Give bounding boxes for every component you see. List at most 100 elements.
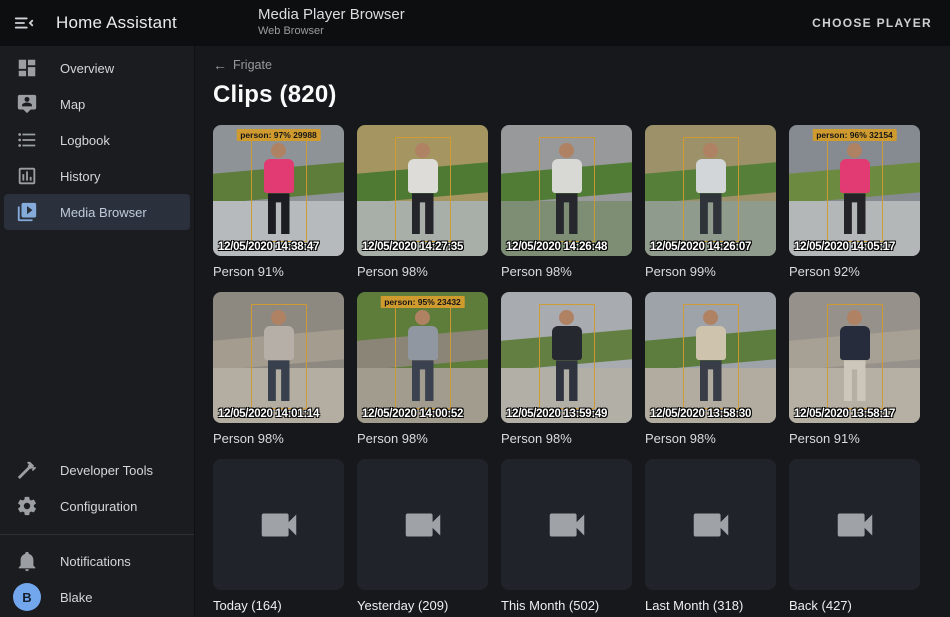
sidebar-item-label: Overview: [60, 61, 114, 76]
clip-thumbnail: person: 95% 23432 12/05/2020 14:00:52: [357, 292, 488, 423]
sidebar-item-media-browser[interactable]: Media Browser: [4, 194, 190, 230]
folder-thumbnail: [501, 459, 632, 590]
timestamp-overlay: 12/05/2020 14:00:52: [362, 408, 486, 420]
media-folder-last-month[interactable]: Last Month (318): [645, 459, 776, 614]
camera-snapshot: person: 96% 32154 12/05/2020 14:05:17: [789, 125, 920, 256]
sidebar-item-map[interactable]: Map: [4, 86, 190, 122]
folder-label: Back (427): [789, 597, 920, 614]
sidebar-item-label: Blake: [60, 590, 93, 605]
detection-bbox: [251, 304, 307, 409]
detection-label: person: 95% 23432: [380, 296, 465, 308]
clip-caption: Person 98%: [213, 430, 344, 447]
clip-card[interactable]: 12/05/2020 14:26:07 Person 99%: [645, 125, 776, 280]
clip-card[interactable]: 12/05/2020 13:58:30 Person 98%: [645, 292, 776, 447]
sidebar-item-profile[interactable]: B Blake: [4, 579, 190, 615]
sidebar-item-label: Configuration: [60, 499, 137, 514]
clip-card[interactable]: 12/05/2020 14:01:14 Person 98%: [213, 292, 344, 447]
clip-card[interactable]: 12/05/2020 13:58:17 Person 91%: [789, 292, 920, 447]
clip-caption: Person 98%: [501, 430, 632, 447]
camera-snapshot: person: 97% 29988 12/05/2020 14:38:47: [213, 125, 344, 256]
clip-caption: Person 98%: [645, 430, 776, 447]
sidebar-toggle-button[interactable]: [0, 0, 48, 46]
app-header: Home Assistant Media Player Browser Web …: [0, 0, 950, 46]
clip-card[interactable]: person: 95% 23432 12/05/2020 14:00:52 Pe…: [357, 292, 488, 447]
chart-box-icon: [16, 165, 38, 187]
camera-snapshot: 12/05/2020 13:59:49: [501, 292, 632, 423]
clip-caption: Person 98%: [357, 430, 488, 447]
folder-label: Last Month (318): [645, 597, 776, 614]
sidebar-item-logbook[interactable]: Logbook: [4, 122, 190, 158]
clip-caption: Person 91%: [213, 263, 344, 280]
media-folder-this-month[interactable]: This Month (502): [501, 459, 632, 614]
menu-open-icon: [13, 12, 35, 34]
clip-thumbnail: person: 97% 29988 12/05/2020 14:38:47: [213, 125, 344, 256]
sidebar-item-label: Developer Tools: [60, 463, 153, 478]
clip-thumbnail: 12/05/2020 13:59:49: [501, 292, 632, 423]
sidebar-item-label: Media Browser: [60, 205, 147, 220]
user-avatar: B: [13, 583, 41, 611]
camera-snapshot: person: 95% 23432 12/05/2020 14:00:52: [357, 292, 488, 423]
play-box-multiple-icon: [16, 201, 38, 223]
sidebar-item-developer-tools[interactable]: Developer Tools: [4, 452, 190, 488]
folder-thumbnail: [645, 459, 776, 590]
clip-caption: Person 98%: [501, 263, 632, 280]
bell-icon: [16, 550, 38, 572]
timestamp-overlay: 12/05/2020 14:01:14: [218, 408, 342, 420]
media-folder-today[interactable]: Today (164): [213, 459, 344, 614]
timestamp-overlay: 12/05/2020 14:26:07: [650, 241, 774, 253]
clips-grid: person: 97% 29988 12/05/2020 14:38:47 Pe…: [213, 125, 950, 614]
timestamp-overlay: 12/05/2020 13:59:49: [506, 408, 630, 420]
tooltip-account-icon: [16, 93, 38, 115]
clip-thumbnail: 12/05/2020 14:27:35: [357, 125, 488, 256]
page-title: Clips (820): [213, 81, 950, 109]
timestamp-overlay: 12/05/2020 13:58:17: [794, 408, 918, 420]
video-icon: [688, 502, 734, 548]
timestamp-overlay: 12/05/2020 14:38:47: [218, 241, 342, 253]
clip-caption: Person 98%: [357, 263, 488, 280]
detection-label: person: 96% 32154: [812, 129, 897, 141]
media-player-subtitle: Web Browser: [258, 25, 405, 37]
folder-thumbnail: [213, 459, 344, 590]
sidebar-item-overview[interactable]: Overview: [4, 50, 190, 86]
video-icon: [256, 502, 302, 548]
clip-card[interactable]: 12/05/2020 13:59:49 Person 98%: [501, 292, 632, 447]
clip-card[interactable]: person: 97% 29988 12/05/2020 14:38:47 Pe…: [213, 125, 344, 280]
choose-player-button[interactable]: CHOOSE PLAYER: [812, 16, 932, 30]
detection-bbox: [683, 304, 739, 409]
sidebar-item-label: Notifications: [60, 554, 131, 569]
cog-icon: [16, 495, 38, 517]
breadcrumb-back-frigate[interactable]: ← Frigate: [213, 58, 272, 72]
clip-caption: Person 99%: [645, 263, 776, 280]
sidebar-item-history[interactable]: History: [4, 158, 190, 194]
clip-caption: Person 92%: [789, 263, 920, 280]
clip-card[interactable]: 12/05/2020 14:27:35 Person 98%: [357, 125, 488, 280]
sidebar-divider: [0, 534, 194, 535]
folder-thumbnail: [357, 459, 488, 590]
format-list-bulleted-icon: [16, 129, 38, 151]
detection-bbox: [395, 137, 451, 242]
media-folder-back[interactable]: Back (427): [789, 459, 920, 614]
clip-thumbnail: 12/05/2020 13:58:17: [789, 292, 920, 423]
sidebar-spacer: [0, 230, 194, 452]
video-icon: [544, 502, 590, 548]
camera-snapshot: 12/05/2020 14:26:07: [645, 125, 776, 256]
timestamp-overlay: 12/05/2020 13:58:30: [650, 408, 774, 420]
camera-snapshot: 12/05/2020 14:27:35: [357, 125, 488, 256]
sidebar-item-configuration[interactable]: Configuration: [4, 488, 190, 524]
sidebar-item-notifications[interactable]: Notifications: [4, 543, 190, 579]
clip-card[interactable]: person: 96% 32154 12/05/2020 14:05:17 Pe…: [789, 125, 920, 280]
timestamp-overlay: 12/05/2020 14:27:35: [362, 241, 486, 253]
back-arrow-icon: ←: [213, 58, 227, 72]
clip-caption: Person 91%: [789, 430, 920, 447]
clip-thumbnail: person: 96% 32154 12/05/2020 14:05:17: [789, 125, 920, 256]
clip-thumbnail: 12/05/2020 14:26:48: [501, 125, 632, 256]
detection-label: person: 97% 29988: [236, 129, 321, 141]
camera-snapshot: 12/05/2020 14:26:48: [501, 125, 632, 256]
clip-card[interactable]: 12/05/2020 14:26:48 Person 98%: [501, 125, 632, 280]
media-player-header: Media Player Browser Web Browser: [258, 6, 405, 37]
media-folder-yesterday[interactable]: Yesterday (209): [357, 459, 488, 614]
folder-label: This Month (502): [501, 597, 632, 614]
media-player-title: Media Player Browser: [258, 6, 405, 23]
video-icon: [400, 502, 446, 548]
detection-bbox: [539, 137, 595, 242]
